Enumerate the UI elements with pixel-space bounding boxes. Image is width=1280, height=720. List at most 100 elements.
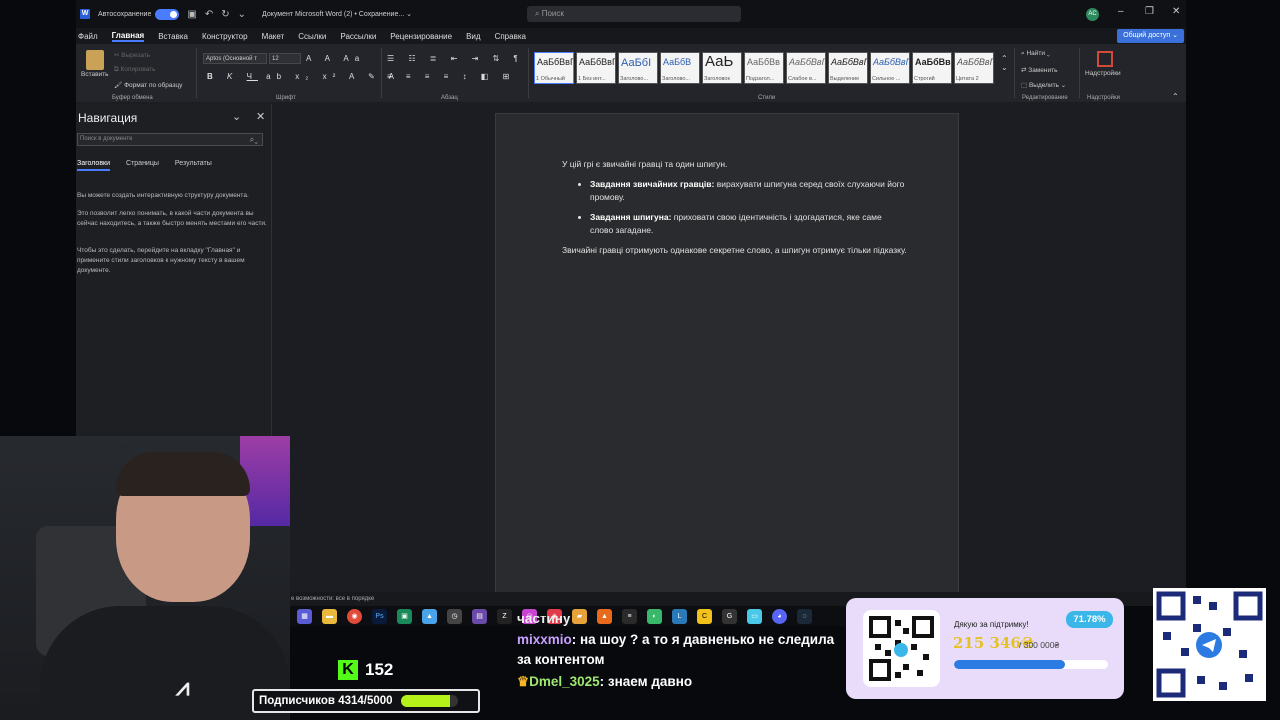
style-strong[interactable]: АаБбВвГ Строгий	[912, 52, 952, 84]
save-icon[interactable]: ▣	[187, 9, 196, 20]
autosave-label: Автосохранение	[98, 10, 152, 18]
menu-home[interactable]: Главная	[111, 31, 145, 42]
paste-icon[interactable]	[86, 50, 104, 70]
style-name: Строгий	[914, 76, 935, 82]
addins-button[interactable]: Надстройки	[1085, 70, 1121, 77]
qr-pattern-icon	[1156, 591, 1263, 698]
ribbon-divider	[1014, 48, 1015, 98]
apps-icon[interactable]: ▦	[297, 608, 312, 624]
style-heading-2[interactable]: АаБбВ Заголово...	[660, 52, 700, 84]
align-controls[interactable]: ≡ ≡ ≡ ≡ ↕ ◧ ⊞	[387, 72, 515, 81]
style-sample: АаБбВвГ	[915, 57, 952, 67]
app-icon[interactable]: ▲	[422, 608, 437, 624]
document-title[interactable]: Документ Microsoft Word (2) • Сохранение…	[262, 10, 412, 18]
maximize-icon[interactable]: ❐	[1145, 6, 1154, 17]
bullet-title: Завдання шпигуна:	[590, 212, 672, 222]
list-controls[interactable]: ☰ ☷ ≣ ⇤ ⇥ ⇅ ¶	[387, 54, 524, 63]
chevron-down-icon[interactable]: ⌄	[232, 110, 241, 123]
donation-percent-badge: 71.78%	[1066, 611, 1113, 628]
menu-insert[interactable]: Вставка	[158, 32, 188, 41]
style-name: 1 Без инт...	[578, 76, 606, 82]
style-title[interactable]: АаЬ Заголовок	[702, 52, 742, 84]
menu-bar: Файл Главная Вставка Конструктор Макет С…	[76, 28, 1186, 44]
style-sample: АаБбВвГ	[831, 57, 868, 67]
font-format-controls[interactable]: B K Ч ab x₂ x² A ✎ A	[207, 72, 400, 81]
search-input[interactable]: ⌕ Поиск	[527, 6, 741, 22]
copy-button[interactable]: ⧉ Копировать	[114, 66, 155, 74]
bullet-title: Завдання звичайних гравців:	[590, 179, 715, 189]
font-group-label: Шрифт	[276, 95, 296, 101]
document-body[interactable]: У цій грі є звичайні гравці та один шпиг…	[562, 158, 907, 257]
style-heading-1[interactable]: АаБбI Заголово...	[618, 52, 658, 84]
menu-view[interactable]: Вид	[466, 32, 480, 41]
folder-icon[interactable]: ▬	[322, 608, 337, 624]
copy-label: Копировать	[120, 66, 156, 73]
menu-help[interactable]: Справка	[495, 32, 526, 41]
app-icon[interactable]: ▣	[397, 608, 412, 624]
format-painter-button[interactable]: 🖌 Формат по образцу	[114, 81, 182, 89]
menu-design[interactable]: Конструктор	[202, 32, 248, 41]
nav-search-input[interactable]: Поиск в документе ⌕⌄	[77, 133, 263, 146]
paste-button[interactable]: Вставить	[81, 71, 109, 78]
style-subtitle[interactable]: АаБбВв Подзагол...	[744, 52, 784, 84]
menu-file[interactable]: Файл	[78, 32, 98, 41]
style-quote-2[interactable]: АаБбВвГ Цитата 2	[954, 52, 994, 84]
menu-layout[interactable]: Макет	[262, 32, 285, 41]
menu-review[interactable]: Рецензирование	[390, 32, 452, 41]
ribbon-divider	[381, 48, 382, 98]
ribbon-divider	[528, 48, 529, 98]
streamer-hair	[116, 452, 250, 496]
style-name: Заголовок	[704, 76, 730, 82]
app-icon[interactable]: ▤	[472, 608, 487, 624]
tab-pages[interactable]: Страницы	[126, 160, 159, 171]
app-icon[interactable]: Z	[497, 608, 512, 624]
close-icon[interactable]: ✕	[1172, 6, 1180, 17]
select-button[interactable]: ⬚ Выделить ⌄	[1021, 81, 1066, 89]
style-normal[interactable]: АаБбВвГ 1 Обычный	[534, 52, 574, 84]
cut-button[interactable]: ✂ Вырезать	[114, 51, 150, 59]
app-icon[interactable]: ◷	[447, 608, 462, 624]
chrome-icon[interactable]: ◉	[347, 608, 362, 624]
font-size-controls[interactable]: A A Aa	[306, 54, 365, 63]
document-page[interactable]: У цій грі є звичайні гравці та один шпиг…	[495, 113, 959, 606]
font-name-select[interactable]: Aptos (Основной т	[203, 53, 267, 64]
autosave-toggle[interactable]	[155, 8, 180, 20]
webcam-feed: ⩘	[0, 436, 290, 720]
donation-progress-bar	[954, 660, 1108, 669]
addins-icon[interactable]	[1097, 51, 1113, 67]
doc-bullet-list: Завдання звичайних гравців: вирахувати ш…	[590, 178, 907, 237]
style-intense-emphasis[interactable]: АаБбВвГ Сильное ...	[870, 52, 910, 84]
find-button[interactable]: ⌕ Найти ⌄	[1021, 50, 1050, 58]
share-button[interactable]: Общий доступ ⌄	[1117, 29, 1184, 43]
styles-scroll-icon[interactable]: ⌃ ⌄	[1001, 54, 1008, 72]
avatar[interactable]: AC	[1086, 8, 1099, 21]
close-icon[interactable]: ✕	[256, 110, 265, 123]
list-item: Завдання шпигуна: приховати свою ідентич…	[590, 211, 907, 237]
menu-references[interactable]: Ссылки	[298, 32, 326, 41]
search-icon[interactable]: ⌕⌄	[250, 134, 258, 145]
style-sample: АаБбВ	[663, 57, 692, 67]
style-subtle-emphasis[interactable]: АаБбВвГ Слабое в...	[786, 52, 826, 84]
tab-results[interactable]: Результаты	[175, 160, 212, 171]
qr-pattern-icon	[869, 616, 934, 681]
collapse-ribbon-icon[interactable]: ⌃	[1172, 92, 1179, 101]
menu-mailings[interactable]: Рассылки	[340, 32, 376, 41]
ribbon-divider	[196, 48, 197, 98]
font-size-select[interactable]: 12	[269, 53, 301, 64]
tab-headings[interactable]: Заголовки	[77, 160, 111, 171]
kick-logo-icon: K	[338, 660, 358, 680]
accessibility-status[interactable]: е возможности: все в порядке	[291, 596, 374, 602]
chat-message: ♛Dmel_3025: знаем давно	[517, 672, 837, 692]
style-name: Слабое в...	[788, 76, 817, 82]
style-name: 1 Обычный	[536, 76, 565, 82]
replace-button[interactable]: ⇄ Заменить	[1021, 66, 1057, 74]
photoshop-icon[interactable]: Ps	[372, 608, 387, 624]
style-emphasis[interactable]: АаБбВвГ Выделение	[828, 52, 868, 84]
customize-icon[interactable]: ⌄	[238, 9, 246, 20]
redo-icon[interactable]: ↻	[221, 9, 229, 20]
undo-icon[interactable]: ↶	[205, 9, 213, 20]
style-no-spacing[interactable]: АаБбВвГ 1 Без инт...	[576, 52, 616, 84]
doc-intro: У цій грі є звичайні гравці та один шпиг…	[562, 159, 728, 169]
minimize-icon[interactable]: –	[1118, 6, 1124, 17]
style-name: Заголово...	[662, 76, 691, 82]
